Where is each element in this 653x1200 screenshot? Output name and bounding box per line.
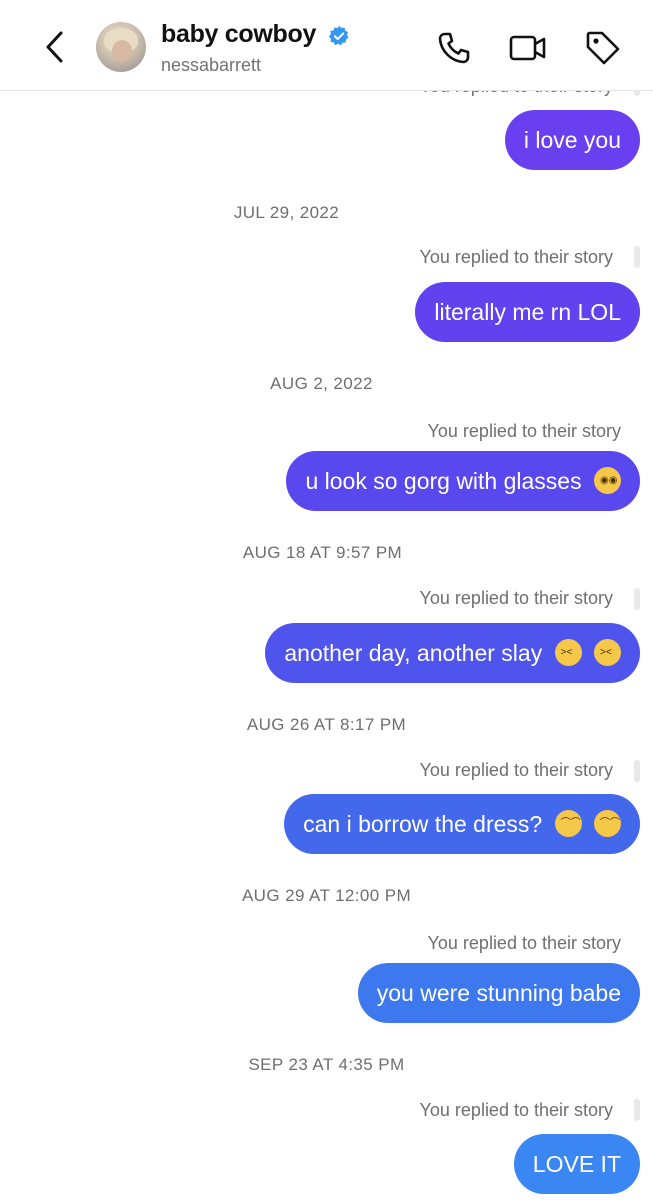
back-button[interactable]: [38, 28, 72, 66]
contact-username: nessabarrett: [161, 55, 262, 75]
contact-display-name[interactable]: baby cowboy: [161, 20, 316, 49]
story-reply-note: You replied to their story: [419, 588, 613, 608]
story-reply-note: You replied to their story: [419, 1100, 613, 1120]
tag-button[interactable]: [583, 28, 623, 68]
tag-icon: [586, 31, 620, 65]
message-bubble[interactable]: you were stunning babe: [357, 963, 640, 1023]
story-reply-note: You replied to their story: [427, 933, 621, 953]
video-camera-icon: [509, 35, 546, 61]
timestamp: SEP 23 AT 4:35 PM: [248, 1055, 405, 1074]
timestamp: AUG 18 AT 9:57 PM: [242, 543, 403, 562]
message-bubble[interactable]: i love you: [504, 110, 640, 170]
squinting-tongue-face-emoji-icon: ><: [594, 639, 621, 666]
message-text: you were stunning babe: [376, 980, 621, 1006]
squinting-tongue-face-emoji-icon: ><: [554, 639, 582, 666]
message-text: u look so gorg with glasses: [305, 468, 582, 494]
chevron-left-icon: [46, 31, 63, 63]
audio-call-button[interactable]: [434, 28, 474, 68]
message-text: literally me rn LOL: [434, 299, 621, 325]
message-text: LOVE IT: [532, 1151, 621, 1177]
chat-header: baby cowboy nessabarrett: [0, 0, 653, 91]
message-text: another day, another slay: [284, 640, 543, 666]
avatar[interactable]: [96, 22, 146, 72]
message-text: can i borrow the dress?: [303, 811, 543, 837]
story-preview-rail[interactable]: [634, 1099, 640, 1121]
story-preview-rail[interactable]: [634, 588, 640, 610]
story-reply-note: You replied to their story: [419, 247, 613, 267]
nerd-face-emoji-icon: ◉◉: [594, 467, 621, 494]
story-reply-note: You replied to their story: [427, 421, 621, 441]
message-bubble[interactable]: literally me rn LOL: [415, 282, 640, 342]
story-preview-rail[interactable]: [634, 246, 640, 268]
message-bubble[interactable]: another day, another slay >< ><: [265, 623, 640, 683]
loudly-crying-face-emoji-icon: ⌒⌒: [554, 810, 582, 837]
story-preview-rail[interactable]: [634, 760, 640, 782]
message-bubble[interactable]: LOVE IT: [513, 1134, 640, 1194]
timestamp: AUG 26 AT 8:17 PM: [246, 715, 407, 734]
video-call-button[interactable]: [508, 28, 548, 68]
message-bubble[interactable]: u look so gorg with glasses ◉◉: [286, 451, 640, 511]
message-bubble[interactable]: can i borrow the dress? ⌒⌒ ⌒⌒: [284, 794, 640, 854]
message-thread[interactable]: You replied to their story i love you JU…: [0, 0, 653, 1200]
timestamp: AUG 2, 2022: [270, 374, 373, 393]
loudly-crying-face-emoji-icon: ⌒⌒: [594, 810, 621, 837]
timestamp: AUG 29 AT 12:00 PM: [241, 886, 412, 905]
phone-icon: [438, 32, 470, 64]
message-text: i love you: [523, 127, 621, 153]
verified-badge-icon: [328, 25, 349, 46]
timestamp: JUL 29, 2022: [233, 203, 340, 222]
story-reply-note: You replied to their story: [419, 760, 613, 780]
